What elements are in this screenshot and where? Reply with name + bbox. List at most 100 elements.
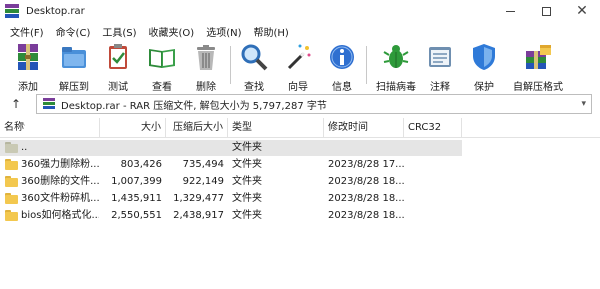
column-modified[interactable]: 修改时间 <box>324 118 404 138</box>
row-type: 文件夹 <box>232 176 262 187</box>
row-modified: 2023/8/28 18... <box>328 176 404 187</box>
wizard-label: 向导 <box>288 82 308 93</box>
title-bar: Desktop.rar ✕ <box>0 0 600 22</box>
row-type: 文件夹 <box>232 210 262 221</box>
menu-options[interactable]: 选项(N) <box>200 24 247 39</box>
scan-virus-button[interactable]: 扫描病毒 <box>370 42 422 93</box>
info-label: 信息 <box>332 82 352 93</box>
folder-icon <box>5 176 18 187</box>
find-button[interactable]: 查找 <box>232 42 276 93</box>
window-title: Desktop.rar <box>26 5 85 17</box>
wizard-button[interactable]: 向导 <box>276 42 320 93</box>
row-type: 文件夹 <box>232 193 262 204</box>
column-packed-size[interactable]: 压缩后大小 <box>166 118 228 138</box>
sort-ascending-icon: ^ <box>20 123 26 131</box>
file-list: 名称 ^ 大小 压缩后大小 类型 修改时间 CRC32 .. 文件夹 360强力… <box>0 118 600 289</box>
find-magnifier-icon <box>241 44 268 71</box>
column-crc32[interactable]: CRC32 <box>404 118 462 138</box>
protect-shield-icon <box>473 44 495 70</box>
test-label: 测试 <box>108 82 128 93</box>
up-arrow-icon: ↑ <box>10 97 22 111</box>
close-button[interactable]: ✕ <box>564 0 600 22</box>
info-button[interactable]: 信息 <box>320 42 364 93</box>
row-size: 803,426 <box>120 159 162 170</box>
maximize-icon <box>541 6 551 16</box>
comment-label: 注释 <box>430 82 450 93</box>
protect-label: 保护 <box>474 82 494 93</box>
menu-file[interactable]: 文件(F) <box>4 24 50 39</box>
close-icon: ✕ <box>576 3 588 19</box>
test-button[interactable]: 测试 <box>96 42 140 93</box>
row-size: 1,007,399 <box>111 176 162 187</box>
parent-folder-icon <box>5 142 18 153</box>
row-name: bios如何格式化... <box>21 210 99 221</box>
delete-label: 删除 <box>196 82 216 93</box>
up-folder-button[interactable]: ↑ <box>6 95 26 113</box>
info-icon <box>330 45 354 69</box>
column-size[interactable]: 大小 <box>100 118 166 138</box>
folder-icon <box>5 159 18 170</box>
extract-to-button[interactable]: 解压到 <box>52 42 96 93</box>
find-label: 查找 <box>244 82 264 93</box>
menu-favorites[interactable]: 收藏夹(O) <box>143 24 201 39</box>
row-modified <box>328 139 404 157</box>
add-label: 添加 <box>18 82 38 93</box>
table-row[interactable]: 360删除的文件... 1,007,399 922,149 文件夹 2023/8… <box>0 173 600 191</box>
table-row[interactable]: 360强力删除粉... 803,426 735,494 文件夹 2023/8/2… <box>0 156 600 174</box>
menu-bar: 文件(F) 命令(C) 工具(S) 收藏夹(O) 选项(N) 帮助(H) <box>0 22 600 40</box>
extract-to-label: 解压到 <box>59 82 89 93</box>
test-clipboard-icon <box>109 44 127 69</box>
add-button[interactable]: 添加 <box>6 42 50 93</box>
file-list-header: 名称 ^ 大小 压缩后大小 类型 修改时间 CRC32 <box>0 118 600 138</box>
table-row[interactable]: bios如何格式化... 2,550,551 2,438,917 文件夹 202… <box>0 207 600 225</box>
row-size <box>100 139 162 157</box>
sfx-button[interactable]: 自解压格式 <box>508 42 568 93</box>
sfx-archive-icon <box>526 45 551 69</box>
chevron-down-icon[interactable]: ▾ <box>581 99 586 109</box>
row-name: 360删除的文件... <box>21 176 99 187</box>
address-bar: ↑ Desktop.rar - RAR 压缩文件, 解包大小为 5,797,28… <box>0 92 600 116</box>
folder-icon <box>5 193 18 204</box>
view-button[interactable]: 查看 <box>140 42 184 93</box>
row-size: 2,550,551 <box>111 210 162 221</box>
toolbar-separator <box>366 46 367 84</box>
column-type[interactable]: 类型 <box>228 118 324 138</box>
folder-icon <box>5 210 18 221</box>
minimize-button[interactable] <box>492 0 528 22</box>
comment-button[interactable]: 注释 <box>418 42 462 93</box>
comment-icon <box>429 47 451 67</box>
menu-commands[interactable]: 命令(C) <box>50 24 97 39</box>
delete-button[interactable]: 删除 <box>184 42 228 93</box>
protect-button[interactable]: 保护 <box>462 42 506 93</box>
row-type: 文件夹 <box>232 142 262 153</box>
address-field[interactable]: Desktop.rar - RAR 压缩文件, 解包大小为 5,797,287 … <box>36 94 592 114</box>
address-text: Desktop.rar - RAR 压缩文件, 解包大小为 5,797,287 … <box>61 100 327 112</box>
row-name: 360强力删除粉... <box>21 159 99 170</box>
add-archive-icon <box>18 44 38 70</box>
table-row[interactable]: 360文件粉碎机... 1,435,911 1,329,477 文件夹 2023… <box>0 190 600 208</box>
table-row-parent[interactable]: .. 文件夹 <box>0 139 600 157</box>
row-modified: 2023/8/28 18... <box>328 193 404 204</box>
wizard-wand-icon <box>287 44 311 70</box>
row-packed: 1,329,477 <box>173 193 224 204</box>
row-packed <box>166 139 224 157</box>
toolbar: 添加 解压到 测试 查看 删除 查找 向导 信息 扫描病毒 注释 保护 自解压格… <box>0 40 600 93</box>
menu-tools[interactable]: 工具(S) <box>96 24 142 39</box>
column-name[interactable]: 名称 ^ <box>0 118 100 138</box>
sfx-label: 自解压格式 <box>513 82 563 93</box>
view-label: 查看 <box>152 82 172 93</box>
row-modified: 2023/8/28 18... <box>328 210 404 221</box>
scan-virus-label: 扫描病毒 <box>376 82 416 93</box>
toolbar-separator <box>230 46 231 84</box>
minimize-icon <box>505 10 515 12</box>
row-name: .. <box>21 142 28 153</box>
menu-help[interactable]: 帮助(H) <box>248 24 295 39</box>
row-packed: 922,149 <box>182 176 224 187</box>
extract-to-folder-icon <box>62 47 86 68</box>
maximize-button[interactable] <box>528 0 564 22</box>
delete-trash-icon <box>197 45 215 70</box>
winrar-app-icon <box>5 4 19 18</box>
row-name: 360文件粉碎机... <box>21 193 99 204</box>
row-packed: 735,494 <box>182 159 224 170</box>
row-size: 1,435,911 <box>111 193 162 204</box>
